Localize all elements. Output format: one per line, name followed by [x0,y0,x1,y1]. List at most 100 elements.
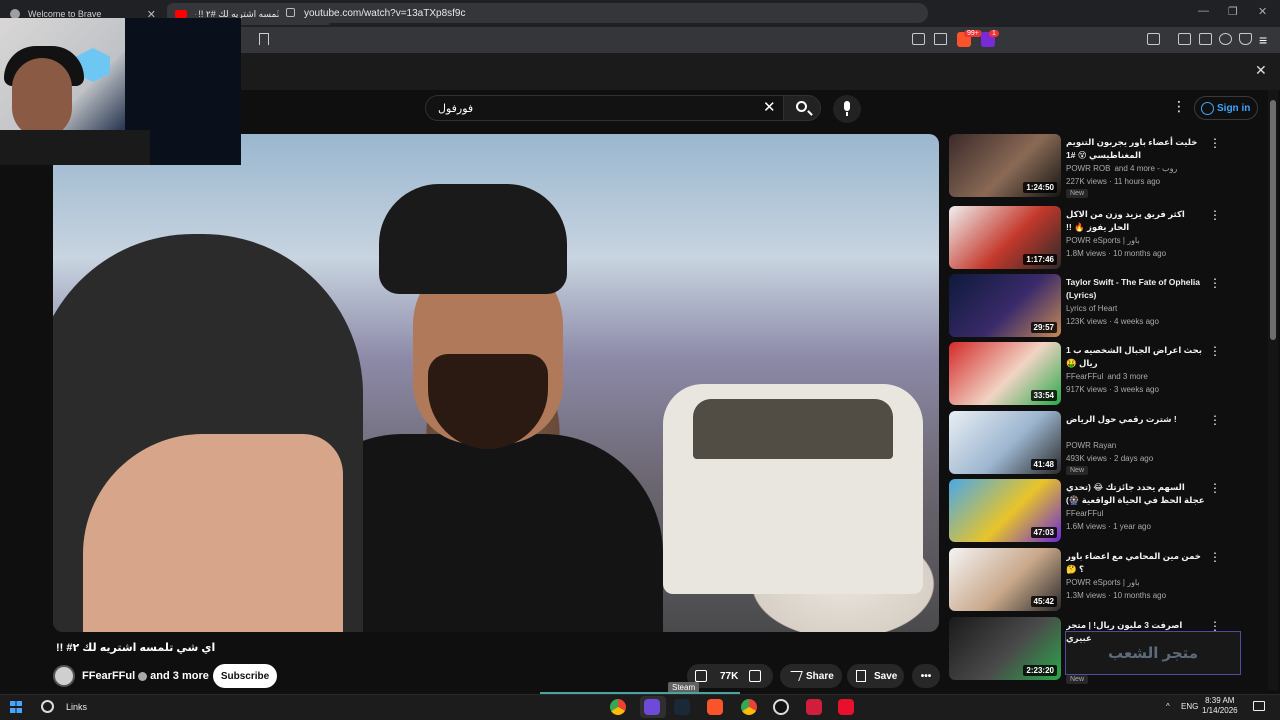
subscribe-button[interactable]: Subscribe [213,664,277,688]
share-page-icon[interactable] [934,33,947,45]
app-red-icon[interactable] [806,699,822,715]
tray-chevron-icon[interactable]: ^ [1166,702,1170,711]
thumbs-down-icon [749,670,761,682]
video-views-age: 1.3M views · 10 months ago [1066,591,1167,600]
taskbar-search-icon[interactable] [41,700,54,713]
chrome-icon[interactable] [610,699,626,715]
video-duration: 29:57 [1030,322,1057,333]
obs-icon[interactable] [773,699,789,715]
vpn-shield-icon[interactable] [1239,33,1252,45]
video-menu-icon[interactable]: ⋮ [1209,276,1221,290]
notification-icon[interactable] [1253,701,1265,711]
video-title[interactable]: ! شترت رقمي حول الرياض [1066,413,1206,426]
screen: Welcome to Brave ✕ اي شي تلمسه اشتريه لك… [0,0,1280,720]
channel-name[interactable]: POWR eSports | باور [1066,234,1140,247]
video-thumbnail[interactable]: 1:24:50 [949,134,1061,197]
sidebar-toggle-icon[interactable] [1178,33,1191,45]
video-thumbnail[interactable]: 33:54 [949,342,1061,405]
video-menu-icon[interactable]: ⋮ [1209,550,1221,564]
app-red2-icon[interactable] [838,699,854,715]
recommended-video[interactable]: 29:57 Taylor Swift - The Fate of Ophelia … [949,274,1269,338]
minimize-icon[interactable]: — [1198,5,1209,17]
settings-menu-icon[interactable]: ⋮ [1172,99,1186,113]
video-title[interactable]: بحث اعراض الجبال الشخصيه ب 1 ريال 🤑 [1066,344,1206,370]
app-icon[interactable] [644,699,660,715]
recommended-video[interactable]: 1:17:46 اكثر فريق يزيد وزن من الاكل الحار… [949,206,1269,270]
video-duration: 1:24:50 [1023,182,1057,193]
video-thumbnail[interactable]: 1:17:46 [949,206,1061,269]
search-input[interactable]: فورفول [425,95,785,121]
video-thumbnail[interactable]: 29:57 [949,274,1061,337]
channel-name[interactable]: FFearFFul and 3 more [1066,370,1148,383]
channel-name[interactable]: POWR eSports | باور [1066,576,1140,589]
share-button[interactable]: Share [780,664,842,688]
recommended-video[interactable]: 45:42 خمن مين المحامي مع اعضاء باور ؟ 🤔 PO… [949,548,1269,612]
taskbar-links-label[interactable]: Links [66,702,87,712]
search-icon [796,101,807,112]
browser-menu-icon[interactable]: ≡ [1259,33,1267,47]
clear-search-icon[interactable]: ✕ [763,98,776,116]
account-icon [1201,102,1214,115]
voice-search-button[interactable] [833,95,861,123]
dislike-button[interactable] [739,664,773,688]
bookmark-icon[interactable] [259,33,269,45]
more-actions-button[interactable]: ••• [912,664,940,688]
video-thumbnail[interactable]: 2:23:20 [949,617,1061,680]
recommended-video[interactable]: 1:24:50 خليت أعضاء باور يجربون التنويم ال… [949,134,1269,198]
recommended-video[interactable]: 41:48 ! شترت رقمي حول الرياض POWR Rayan 493… [949,411,1269,475]
channel-name[interactable]: FFearFFul and 3 more [82,670,209,682]
save-playlist-icon [856,670,866,682]
restore-icon[interactable]: ❐ [1228,5,1238,18]
thumbs-up-icon [695,670,707,682]
channel-name[interactable]: POWR Rayan [1066,439,1116,452]
leo-ai-icon[interactable] [1219,33,1232,45]
brave-icon[interactable] [707,699,723,715]
video-thumbnail[interactable]: 47:03 [949,479,1061,542]
scrollbar-thumb[interactable] [1270,100,1276,340]
address-bar[interactable]: youtube.com/watch?v=13aTXp8sf9c [278,3,928,23]
info-bar-close-icon[interactable]: ✕ [1255,62,1267,79]
rewards-badge: 1 [989,30,999,37]
channel-name[interactable]: POWR ROB and 4 more - روب [1066,162,1177,175]
video-menu-icon[interactable]: ⋮ [1209,481,1221,495]
save-button[interactable]: Save [847,664,904,688]
video-title[interactable]: خمن مين المحامي مع اعضاء باور ؟ 🤔 [1066,550,1206,576]
video-menu-icon[interactable]: ⋮ [1209,136,1221,150]
recommended-video[interactable]: 47:03 السهم يحدد جائزتك 😂 (تحدي عجلة الحظ… [949,479,1269,543]
video-title[interactable]: اكثر فريق يزيد وزن من الاكل الحار يفوز 🔥… [1066,208,1206,234]
video-title[interactable]: السهم يحدد جائزتك 😂 (تحدي عجلة الحظ في ا… [1066,481,1206,507]
sign-in-button[interactable]: Sign in [1194,96,1258,120]
recommended-video[interactable]: 33:54 بحث اعراض الجبال الشخصيه ب 1 ريال 🤑… [949,342,1269,406]
video-menu-icon[interactable]: ⋮ [1209,208,1221,222]
sign-in-label: Sign in [1217,102,1251,114]
video-duration: 47:03 [1030,527,1057,538]
chrome-profile-icon[interactable] [741,699,757,715]
video-thumbnail[interactable]: 45:42 [949,548,1061,611]
steam-icon[interactable] [674,699,690,715]
channel-name[interactable]: FFearFFul [1066,507,1103,520]
cast-icon[interactable] [912,33,925,45]
video-duration: 33:54 [1030,390,1057,401]
video-duration: 2:23:20 [1023,665,1057,676]
language-indicator[interactable]: ENG [1181,702,1198,711]
video-thumbnail[interactable]: 41:48 [949,411,1061,474]
channel-name-text: FFearFFul [82,670,136,682]
video-menu-icon[interactable]: ⋮ [1209,344,1221,358]
video-title[interactable]: خليت أعضاء باور يجربون التنويم المغناطيس… [1066,136,1206,162]
video-player[interactable] [53,134,939,632]
video-title[interactable]: Taylor Swift - The Fate of Ophelia (Lyri… [1066,276,1206,302]
reading-list-icon[interactable] [1147,33,1160,45]
window-close-icon[interactable]: ✕ [1258,5,1267,18]
search-button[interactable] [783,95,821,121]
taskbar-clock[interactable]: 8:39 AM 1/14/2026 [1202,696,1238,716]
channel-name-text: FFearFFul [1066,509,1104,518]
new-badge: New [1066,675,1089,684]
clock-time: 8:39 AM [1205,696,1235,705]
channel-collab-text: and 3 more [1107,372,1148,381]
windows-start-icon[interactable] [10,701,22,713]
channel-avatar[interactable] [53,665,75,687]
site-info-icon[interactable] [286,8,295,17]
video-menu-icon[interactable]: ⋮ [1209,413,1221,427]
channel-name[interactable]: Lyrics of Heart [1066,302,1117,315]
wallet-icon[interactable] [1199,33,1212,45]
